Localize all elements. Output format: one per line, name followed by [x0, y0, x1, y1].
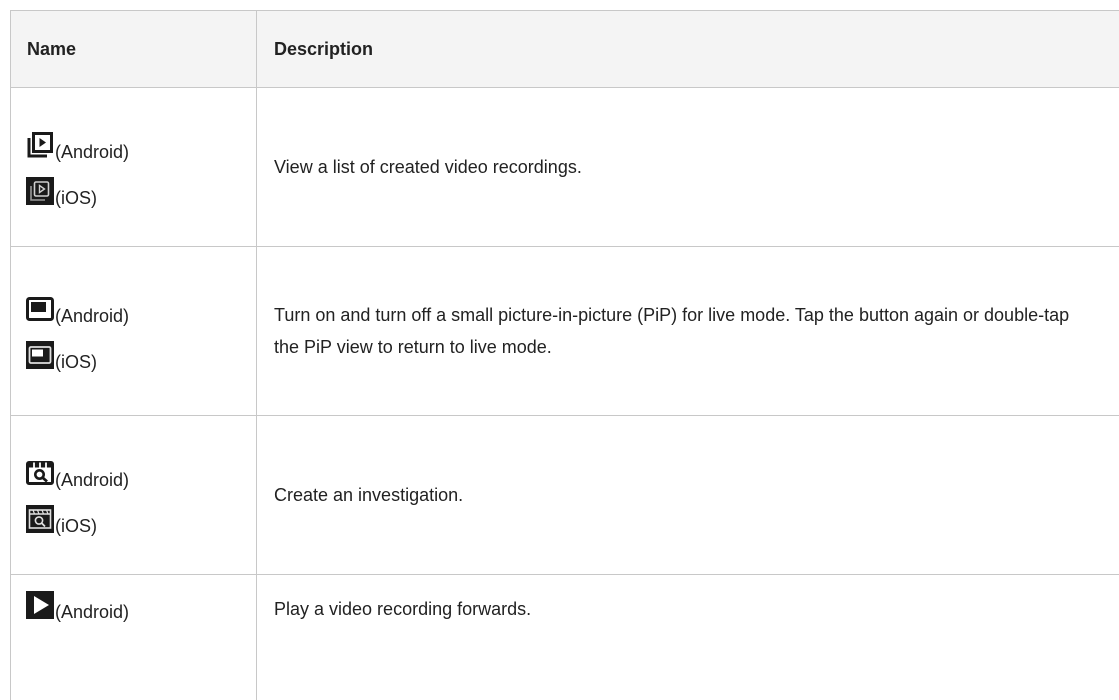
table-row: (Android) (iOS)	[11, 416, 1119, 575]
description-cell: View a list of created video recordings.	[257, 88, 1119, 247]
platform-ios: (iOS)	[26, 339, 256, 369]
android-label: (Android)	[55, 307, 129, 325]
ios-label: (iOS)	[55, 189, 97, 207]
table-row: (Android) Play a video recording forward…	[11, 575, 1119, 700]
platform-android: (Android)	[26, 589, 256, 619]
play-forward-icon	[26, 591, 54, 619]
ios-label: (iOS)	[55, 353, 97, 371]
table-row: (Android) (iOS) View a list of created v…	[11, 88, 1119, 247]
header-description: Description	[257, 11, 1119, 88]
header-name-label: Name	[11, 39, 256, 60]
platform-android: (Android)	[26, 293, 256, 323]
android-label: (Android)	[55, 603, 129, 621]
name-cell: (Android) (iOS)	[11, 416, 257, 575]
table-row: (Android) (iOS) Turn on and turn off a s…	[11, 247, 1119, 416]
header-name: Name	[11, 11, 257, 88]
feature-table: Name Description (Android)	[10, 10, 1119, 700]
investigation-icon	[26, 505, 54, 533]
platform-ios: (iOS)	[26, 175, 256, 205]
description-cell: Turn on and turn off a small picture-in-…	[257, 247, 1119, 416]
table-header-row: Name Description	[11, 11, 1119, 88]
platform-android: (Android)	[26, 457, 256, 487]
recordings-list-icon	[26, 131, 54, 159]
description-cell: Play a video recording forwards.	[257, 575, 1119, 700]
android-label: (Android)	[55, 143, 129, 161]
platform-android: (Android)	[26, 129, 256, 159]
name-cell: (Android) (iOS)	[11, 247, 257, 416]
android-label: (Android)	[55, 471, 129, 489]
recordings-list-icon	[26, 177, 54, 205]
investigation-icon	[26, 459, 54, 487]
description-cell: Create an investigation.	[257, 416, 1119, 575]
picture-in-picture-icon	[26, 295, 54, 323]
ios-label: (iOS)	[55, 517, 97, 535]
name-cell: (Android)	[11, 575, 257, 700]
name-cell: (Android) (iOS)	[11, 88, 257, 247]
picture-in-picture-icon	[26, 341, 54, 369]
platform-ios: (iOS)	[26, 503, 256, 533]
header-description-label: Description	[257, 39, 1119, 60]
